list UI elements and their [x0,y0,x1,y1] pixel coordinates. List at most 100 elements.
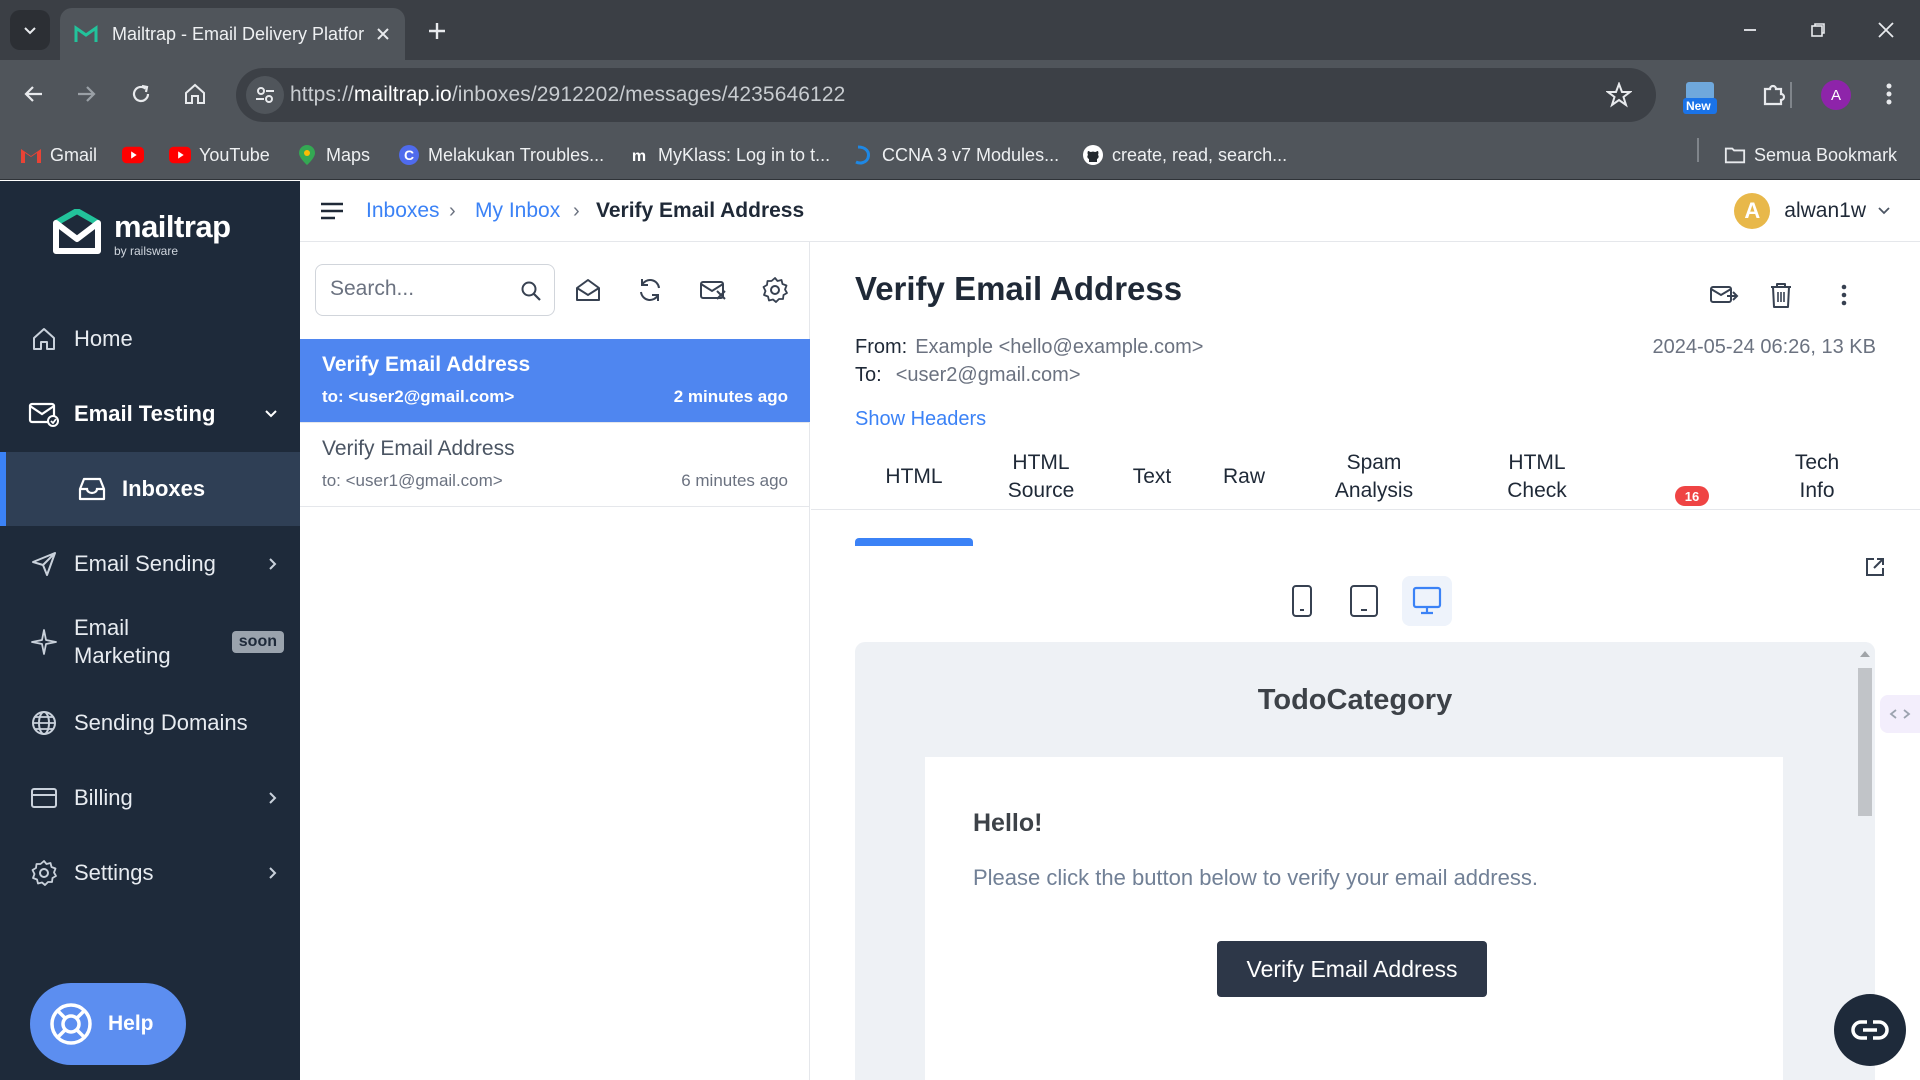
restore-button[interactable] [1784,0,1852,60]
site-info-button[interactable] [246,76,284,114]
desktop-view-button[interactable] [1402,576,1452,626]
puzzle-icon [1763,84,1786,106]
gear-icon [28,857,60,889]
sidebar-item-email-testing[interactable]: Email Testing [0,377,300,451]
message-time: 6 minutes ago [681,471,788,490]
tab-tech-info[interactable]: Tech Info [1777,444,1857,510]
bookmark-star-button[interactable] [1606,82,1632,108]
mark-all-read-button[interactable] [572,274,604,306]
tab-label-line-2: Check [1507,479,1567,502]
close-window-button[interactable] [1852,0,1920,60]
sidebar-item-home[interactable]: Home [0,302,300,376]
tab-text[interactable]: Text [1117,444,1187,510]
bookmark-maps[interactable]: Maps [296,140,370,170]
user-menu[interactable]: A alwan1w [1734,193,1890,229]
preview-scrollbar-thumb[interactable] [1858,668,1872,816]
mobile-view-button[interactable] [1277,576,1327,626]
avatar: A [1734,193,1771,229]
tablet-view-button[interactable] [1339,576,1389,626]
chat-widget-button[interactable] [1834,994,1906,1066]
tab-title: Mailtrap - Email Delivery Platfor [112,23,365,44]
minimize-button[interactable] [1716,0,1784,60]
bookmark-melakukan[interactable]: C Melakukan Troubles... [398,140,604,170]
message-list-pane: Verify Email Address to: <user2@gmail.co… [300,242,810,1080]
app-header: Inboxes › My Inbox › Verify Email Addres… [300,181,1920,242]
trash-icon [1771,283,1791,308]
search-input[interactable] [330,277,510,301]
bookmark-youtube[interactable]: YouTube [169,140,270,170]
restore-icon [1811,23,1825,37]
forward-message-button[interactable] [1707,278,1741,312]
sidebar-item-label: Home [74,326,133,351]
sidebar-item-inboxes[interactable]: Inboxes [0,452,300,526]
toolbar-divider [1790,82,1792,108]
url-prefix: https:// [290,83,354,106]
extension-new-button[interactable]: New [1682,80,1718,116]
kebab-menu-icon [1886,83,1892,105]
tab-label-line-1: Tech [1794,451,1840,474]
bookmark-ccna[interactable]: CCNA 3 v7 Modules... [852,140,1059,170]
help-label: Help [108,1012,154,1035]
message-list-item[interactable]: Verify Email Address to: <user1@gmail.co… [300,423,810,507]
tab-spam-analysis[interactable]: Spam Analysis [1319,444,1429,510]
forward-mail-icon [1710,286,1739,303]
bookmark-youtube-icon-only[interactable] [122,140,152,170]
bookmark-github[interactable]: create, read, search... [1082,140,1287,170]
sidebar-item-email-marketing[interactable]: Email Marketing soon [0,602,300,682]
close-tab-icon[interactable] [376,27,390,41]
tab-label: HTML [885,465,943,488]
verify-email-button[interactable]: Verify Email Address [1217,941,1487,997]
refresh-icon [640,279,660,301]
menu-toggle-button[interactable] [318,199,346,223]
mobile-icon [1292,585,1312,617]
inbox-settings-button[interactable] [759,274,791,306]
sidebar-item-settings[interactable]: Settings [0,836,300,910]
bookmark-label: Gmail [50,144,98,165]
all-bookmarks-button[interactable]: Semua Bookmark [1724,140,1897,170]
sidebar-item-email-sending[interactable]: Email Sending [0,527,300,601]
breadcrumb-inboxes[interactable]: Inboxes [366,199,440,223]
clean-inbox-button[interactable] [697,274,729,306]
breadcrumb-my-inbox[interactable]: My Inbox [475,199,560,223]
new-tab-button[interactable] [420,14,454,48]
delete-message-button[interactable] [1764,278,1798,312]
address-bar[interactable]: https://mailtrap.io/inboxes/2912202/mess… [236,68,1656,122]
bookmark-label: Maps [326,144,371,165]
show-headers-link[interactable]: Show Headers [855,408,986,431]
tab-html-check[interactable]: HTML Check [1497,444,1577,510]
search-icon[interactable] [520,280,542,302]
forward-button[interactable] [66,74,106,114]
mailtrap-logo[interactable]: mailtrap by railsware [52,209,231,261]
back-button[interactable] [14,74,54,114]
side-tab-widget[interactable] [1880,695,1920,733]
bookmark-gmail[interactable]: Gmail [20,140,97,170]
profile-avatar[interactable]: A [1821,80,1851,110]
tab-raw[interactable]: Raw [1209,444,1279,510]
sparkle-icon [28,626,60,658]
myklass-icon: m [628,144,650,166]
message-more-button[interactable] [1827,278,1861,312]
browser-tab[interactable]: Mailtrap - Email Delivery Platfor [60,8,405,60]
tab-html-source[interactable]: HTML Source [979,444,1103,510]
scroll-up-arrow-icon[interactable] [1859,650,1871,658]
tab-label-line-2: Source [1007,479,1075,502]
tab-search-button[interactable] [10,10,50,50]
reload-button[interactable] [121,74,161,114]
extensions-button[interactable] [1756,76,1792,112]
tab-html[interactable]: HTML [855,444,973,510]
bookmark-myklass[interactable]: m MyKlass: Log in to t... [628,140,830,170]
help-button[interactable]: Help [30,983,186,1065]
bookmark-label: CCNA 3 v7 Modules... [882,144,1060,165]
browser-menu-button[interactable] [1874,74,1904,114]
sidebar-item-billing[interactable]: Billing [0,761,300,835]
sidebar-item-label: Email Sending [74,551,216,576]
sidebar-item-sending-domains[interactable]: Sending Domains [0,686,300,760]
refresh-button[interactable] [634,274,666,306]
ccna-icon [852,144,874,166]
home-button[interactable] [175,74,215,114]
message-date-size: 2024-05-24 06:26, 13 KB [1652,336,1876,358]
gear-icon [762,277,788,303]
open-in-new-window-button[interactable] [1864,556,1886,578]
lifebuoy-icon [50,1003,92,1045]
message-list-item[interactable]: Verify Email Address to: <user2@gmail.co… [300,339,810,423]
